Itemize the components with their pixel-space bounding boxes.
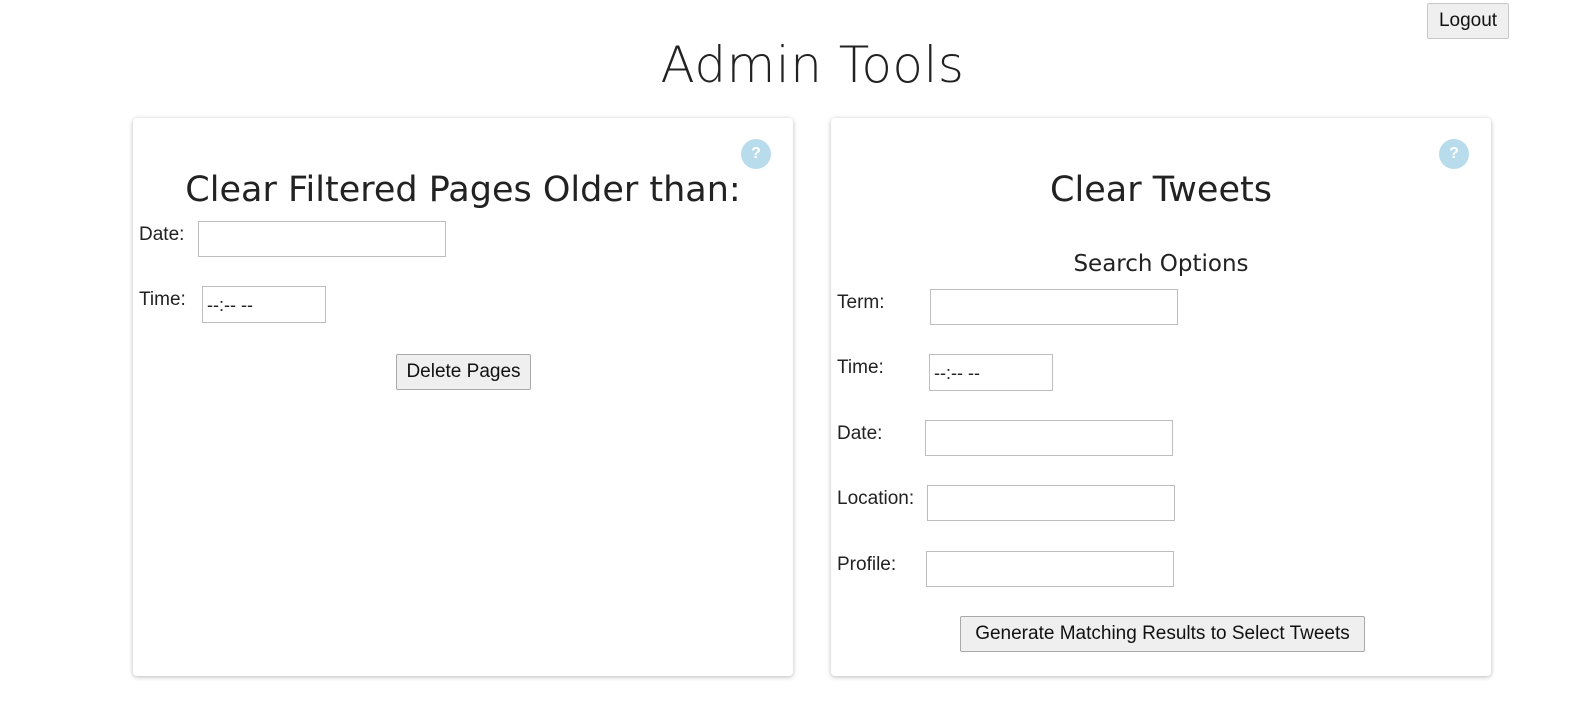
date-field[interactable] — [198, 221, 446, 257]
profile-field[interactable] — [926, 551, 1174, 587]
help-icon[interactable]: ? — [741, 139, 771, 169]
clear-tweets-title: Clear Tweets — [1050, 170, 1272, 210]
page-title: Admin Tools — [660, 36, 965, 94]
term-label: Term: — [837, 292, 885, 313]
clear-pages-title: Clear Filtered Pages Older than: — [185, 170, 741, 210]
date-field[interactable] — [925, 420, 1173, 456]
date-label: Date: — [139, 224, 185, 245]
clear-tweets-card: ? Clear Tweets Search Options Term: Time… — [831, 118, 1491, 676]
time-field[interactable]: --:-- -- — [929, 354, 1053, 391]
delete-pages-button[interactable]: Delete Pages — [396, 354, 531, 390]
clear-pages-card: ? Clear Filtered Pages Older than: Date:… — [133, 118, 793, 676]
date-label: Date: — [837, 423, 883, 444]
search-options-subtitle: Search Options — [1073, 251, 1249, 277]
logout-button[interactable]: Logout — [1427, 3, 1509, 39]
term-field[interactable] — [930, 289, 1178, 325]
location-field[interactable] — [927, 485, 1175, 521]
time-label: Time: — [837, 357, 884, 378]
generate-results-button[interactable]: Generate Matching Results to Select Twee… — [960, 616, 1365, 652]
help-icon[interactable]: ? — [1439, 139, 1469, 169]
location-label: Location: — [837, 488, 915, 509]
profile-label: Profile: — [837, 554, 897, 575]
admin-tools-page: Logout Admin Tools ? Clear Filtered Page… — [0, 0, 1583, 719]
time-label: Time: — [139, 289, 186, 310]
time-field[interactable]: --:-- -- — [202, 286, 326, 323]
